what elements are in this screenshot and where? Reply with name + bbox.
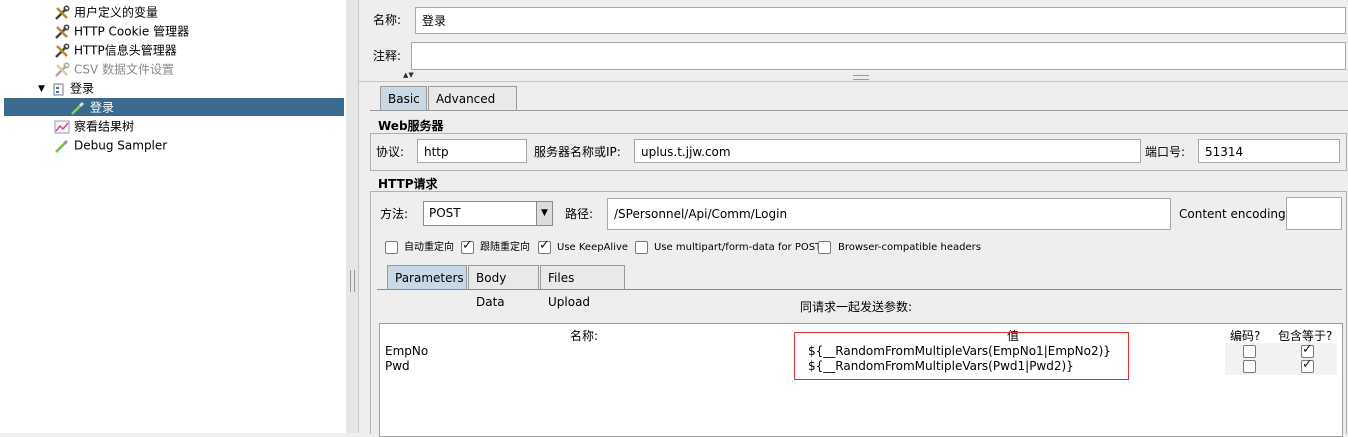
server-name-label: 服务器名称或IP: — [534, 145, 621, 159]
collapse-arrows-icon[interactable]: ▲▼ — [403, 71, 414, 79]
tree-item-label: 察看结果树 — [74, 119, 135, 134]
browser-compatible-label: Browser-compatible headers — [838, 242, 981, 253]
chart-icon — [54, 119, 70, 135]
follow-redirect-checkbox[interactable]: ✓ — [461, 238, 474, 254]
checkmark-icon: ✓ — [1302, 342, 1313, 357]
sampler-pipette-icon — [70, 100, 86, 116]
tree-item-label: 登录 — [70, 81, 95, 96]
tree-item-view-results-tree[interactable]: 察看结果树 — [54, 117, 134, 135]
transaction-icon — [50, 81, 66, 97]
tree-item-user-defined-variables[interactable]: 用户定义的变量 — [54, 3, 158, 21]
params-caption: 同请求一起发送参数: — [800, 300, 913, 314]
main-tabs: Basic Advanced — [380, 86, 580, 111]
sampler-config-panel: 名称: 登录 注释: ▲▼ Basic Advanced Web服务器 协议: … — [359, 0, 1348, 437]
multipart-checkbox[interactable] — [635, 241, 648, 254]
checkmark-icon: ✓ — [462, 238, 473, 253]
tree-item-label: 登录 — [90, 100, 115, 115]
encode-checkbox[interactable] — [1243, 360, 1256, 373]
checkmark-icon: ✓ — [1302, 357, 1313, 372]
tree-item-login-sampler[interactable]: 登录 — [70, 98, 114, 116]
protocol-label: 协议: — [376, 145, 405, 159]
wrench-icon — [54, 62, 70, 78]
splitter-grip[interactable] — [350, 270, 355, 292]
server-name-field[interactable]: uplus.t.jjw.com — [634, 139, 1141, 163]
auto-redirect-checkbox[interactable] — [385, 241, 398, 254]
request-tabs-baseline — [377, 289, 1342, 290]
expand-toggle-icon[interactable]: ▼ — [38, 80, 50, 98]
tree-selection-highlight — [4, 98, 344, 116]
keepalive-checkbox[interactable]: ✓ — [538, 238, 551, 254]
content-encoding-field[interactable] — [1286, 197, 1342, 230]
tree-item-http-cookie-manager[interactable]: HTTP Cookie 管理器 — [54, 22, 189, 40]
param-name[interactable]: Pwd — [385, 359, 410, 373]
request-tabs: Parameters Body Data Files Upload — [387, 265, 687, 309]
wrench-icon — [54, 24, 70, 40]
value-highlight-box — [794, 332, 1129, 380]
path-field[interactable]: /SPersonnel/Api/Comm/Login — [607, 198, 1171, 230]
tree-item-csv-data-set[interactable]: CSV 数据文件设置 — [54, 60, 174, 78]
auto-redirect-label: 自动重定向 — [404, 242, 454, 253]
tree-item-label: HTTP信息头管理器 — [74, 43, 177, 58]
col-header-encode[interactable]: 编码? — [1230, 327, 1260, 344]
http-request-title: HTTP请求 — [378, 177, 438, 191]
method-value: POST — [429, 206, 461, 220]
tree-item-label: HTTP Cookie 管理器 — [74, 24, 190, 39]
divider-grip[interactable] — [853, 75, 869, 80]
method-select[interactable]: POST ▼ — [423, 201, 553, 226]
tab-basic[interactable]: Basic — [380, 86, 427, 110]
tree-item-login-controller[interactable]: ▼ 登录 — [38, 79, 94, 97]
checkmark-icon: ✓ — [539, 238, 550, 253]
comment-label: 注释: — [373, 49, 402, 63]
tab-advanced[interactable]: Advanced — [428, 86, 517, 110]
browser-compatible-checkbox[interactable] — [818, 241, 831, 254]
content-encoding-label: Content encoding: — [1179, 207, 1290, 221]
tree-item-http-header-manager[interactable]: HTTP信息头管理器 — [54, 41, 177, 59]
tree-item-label: CSV 数据文件设置 — [74, 62, 175, 77]
tab-parameters[interactable]: Parameters — [387, 265, 467, 289]
col-header-name[interactable]: 名称: — [570, 327, 598, 344]
keepalive-label: Use KeepAlive — [557, 242, 629, 253]
test-plan-tree[interactable]: 用户定义的变量 HTTP Cookie 管理器 HTTP信息头管理器 CSV 数… — [0, 0, 347, 433]
path-label: 路径: — [565, 207, 594, 221]
follow-redirect-label: 跟随重定向 — [480, 242, 530, 253]
sampler-pipette-icon — [54, 138, 70, 154]
checkbox-cells-bg — [1225, 343, 1337, 359]
wrench-icon — [54, 43, 70, 59]
web-server-title: Web服务器 — [378, 119, 444, 133]
comment-field[interactable] — [411, 42, 1346, 70]
param-name[interactable]: EmpNo — [385, 344, 428, 358]
include-equals-checkbox[interactable]: ✓ — [1301, 357, 1314, 373]
protocol-field[interactable]: http — [417, 139, 527, 163]
name-label: 名称: — [373, 13, 402, 27]
multipart-label: Use multipart/form-data for POST — [654, 242, 822, 253]
tab-files-upload[interactable]: Files Upload — [540, 265, 625, 309]
pane-splitter[interactable] — [346, 0, 359, 433]
method-label: 方法: — [380, 207, 409, 221]
port-label: 端口号: — [1145, 145, 1186, 159]
checkbox-cells-bg — [1225, 359, 1337, 375]
tree-item-debug-sampler[interactable]: Debug Sampler — [54, 136, 167, 154]
tab-body-data[interactable]: Body Data — [468, 265, 539, 309]
port-field[interactable]: 51314 — [1198, 139, 1340, 163]
tree-item-label: Debug Sampler — [74, 138, 168, 153]
dropdown-arrow-icon[interactable]: ▼ — [536, 202, 552, 225]
tree-item-label: 用户定义的变量 — [74, 5, 159, 20]
wrench-icon — [54, 5, 70, 21]
tabs-baseline — [370, 110, 1348, 111]
name-field[interactable]: 登录 — [415, 7, 1346, 34]
encode-checkbox[interactable] — [1243, 345, 1256, 358]
divider-line — [359, 81, 1348, 82]
